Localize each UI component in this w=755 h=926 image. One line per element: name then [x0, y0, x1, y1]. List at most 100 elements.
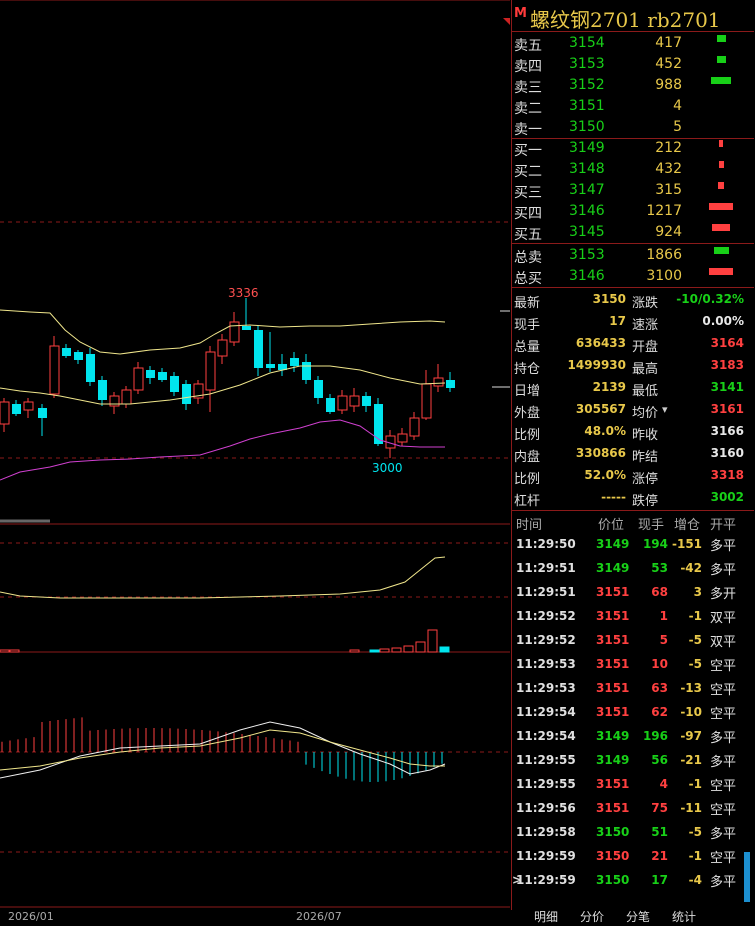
stat-key: 杠杆 — [514, 494, 541, 509]
tick-volume: 10 — [651, 657, 668, 671]
tick-type: 多平 — [710, 875, 737, 890]
ask-level[interactable]: 卖三 3152 988 — [512, 75, 754, 96]
tick-row[interactable]: 11:29:56 3151 75 -11 空平 — [512, 796, 748, 820]
candle — [433, 364, 444, 392]
ask-level-volume: 452 — [655, 56, 682, 72]
ask-level[interactable]: 卖二 3151 4 — [512, 96, 754, 117]
tick-row[interactable]: 11:29:51 3151 68 3 多开 — [512, 580, 748, 604]
candle — [74, 350, 83, 364]
tick-volume: 196 — [642, 729, 668, 743]
volume-bar — [349, 649, 360, 653]
candle — [98, 376, 107, 406]
tick-volume: 62 — [651, 705, 668, 719]
dropdown-icon[interactable]: ▾ — [662, 403, 668, 416]
stat-key: 内盘 — [514, 450, 541, 465]
stat-key: 跌停 — [632, 494, 659, 509]
tick-row[interactable]: 11:29:52 3151 1 -1 双平 — [512, 604, 748, 628]
ticks-header-chg: 增仓 — [674, 518, 701, 533]
bid-level[interactable]: 买一 3149 212 — [512, 138, 754, 159]
tab-stats[interactable]: 统计 — [672, 908, 696, 925]
candle — [217, 334, 228, 364]
tick-row[interactable]: 11:29:55 3151 4 -1 空平 — [512, 772, 748, 796]
stat-value: 48.0% — [584, 424, 626, 438]
tick-row[interactable]: 11:29:50 3149 194 -151 多平 — [512, 532, 748, 556]
tick-oi-change: -5 — [688, 633, 702, 647]
tick-price: 3151 — [596, 777, 630, 791]
volume-bar — [0, 649, 10, 653]
tick-row[interactable]: 11:29:55 3149 56 -21 多平 — [512, 748, 748, 772]
tick-volume: 194 — [642, 537, 668, 551]
bid-level-volume-bar — [712, 224, 730, 231]
total-level[interactable]: 总买 3146 3100 — [512, 266, 754, 287]
tab-tick[interactable]: 分笔 — [626, 908, 650, 925]
tick-volume: 53 — [651, 561, 668, 575]
bid-level[interactable]: 买二 3148 432 — [512, 159, 754, 180]
bid-level-volume: 432 — [655, 161, 682, 177]
candle — [23, 398, 34, 418]
bid-level[interactable]: 买三 3147 315 — [512, 180, 754, 201]
tick-time: 11:29:51 — [516, 585, 576, 599]
tick-price: 3151 — [596, 633, 630, 647]
volume-bar — [379, 648, 390, 653]
market-flag: M — [514, 6, 527, 21]
stat-key: 持仓 — [514, 362, 541, 377]
stat-value: 3161 — [710, 402, 744, 416]
tick-type: 多平 — [710, 539, 737, 554]
candle — [121, 386, 132, 408]
total-level-volume: 1866 — [646, 247, 682, 263]
tick-time: 11:29:54 — [516, 729, 576, 743]
volume-bar — [415, 641, 426, 653]
tick-row[interactable]: 11:29:59 3150 17 -4 多平 > — [512, 868, 748, 892]
ask-level[interactable]: 卖一 3150 5 — [512, 117, 754, 138]
stat-key: 速涨 — [632, 318, 659, 333]
tick-row[interactable]: 11:29:52 3151 5 -5 双平 — [512, 628, 748, 652]
stat-key: 外盘 — [514, 406, 541, 421]
tick-row[interactable]: 11:29:59 3150 21 -1 空平 — [512, 844, 748, 868]
tick-row[interactable]: 11:29:54 3151 62 -10 空平 — [512, 700, 748, 724]
candle — [38, 404, 47, 436]
kline-chart[interactable]: 3336 3000 — [0, 0, 510, 926]
tick-oi-change: -5 — [688, 657, 702, 671]
tick-row[interactable]: 11:29:54 3149 196 -97 多平 — [512, 724, 748, 748]
tick-row[interactable]: 11:29:51 3149 53 -42 多平 — [512, 556, 748, 580]
ask-level[interactable]: 卖四 3153 452 — [512, 54, 754, 75]
tick-row[interactable]: 11:29:53 3151 63 -13 空平 — [512, 676, 748, 700]
bid-level[interactable]: 买四 3146 1217 — [512, 201, 754, 222]
tick-row[interactable]: 11:29:53 3151 10 -5 空平 — [512, 652, 748, 676]
ask-level-label: 卖四 — [514, 59, 542, 75]
tick-volume: 75 — [651, 801, 668, 815]
stat-value: 1499930 — [567, 358, 626, 372]
candle — [133, 362, 144, 394]
ask-level-price: 3150 — [569, 119, 605, 135]
tick-oi-change: -13 — [680, 681, 702, 695]
tick-time: 11:29:54 — [516, 705, 576, 719]
tick-time: 11:29:53 — [516, 657, 576, 671]
stat-row: 比例 52.0% 涨停 3318 — [512, 465, 754, 487]
ticks-scrollbar[interactable] — [744, 852, 750, 902]
tick-row[interactable]: 11:29:58 3150 51 -5 多平 — [512, 820, 748, 844]
tick-volume: 1 — [659, 609, 668, 623]
stat-row: 持仓 1499930 最高 3183 — [512, 355, 754, 377]
candle — [170, 372, 179, 396]
tick-price: 3150 — [596, 849, 630, 863]
bid-level-volume: 924 — [655, 224, 682, 240]
x-axis-label-start: 2026/01 — [8, 910, 54, 923]
bid-level[interactable]: 买五 3145 924 — [512, 222, 754, 243]
candle — [0, 398, 10, 432]
tick-type: 空平 — [710, 707, 737, 722]
tab-detail[interactable]: 明细 — [534, 908, 558, 925]
tab-price-split[interactable]: 分价 — [580, 908, 604, 925]
total-level[interactable]: 总卖 3153 1866 — [512, 245, 754, 266]
ticks-header: 时间 价位 现手 增仓 开平 — [512, 512, 754, 534]
stat-key: 最新 — [514, 296, 541, 311]
tick-price: 3151 — [596, 681, 630, 695]
stat-value: 0.00% — [702, 314, 744, 328]
macd-histogram — [1, 717, 443, 782]
total-level-label: 总卖 — [514, 250, 542, 266]
tick-time: 11:29:50 — [516, 537, 576, 551]
ask-level[interactable]: 卖五 3154 417 — [512, 33, 754, 54]
bid-level-volume-bar — [718, 182, 724, 189]
tick-type: 空平 — [710, 779, 737, 794]
tick-time: 11:29:55 — [516, 777, 576, 791]
candle — [314, 376, 323, 404]
